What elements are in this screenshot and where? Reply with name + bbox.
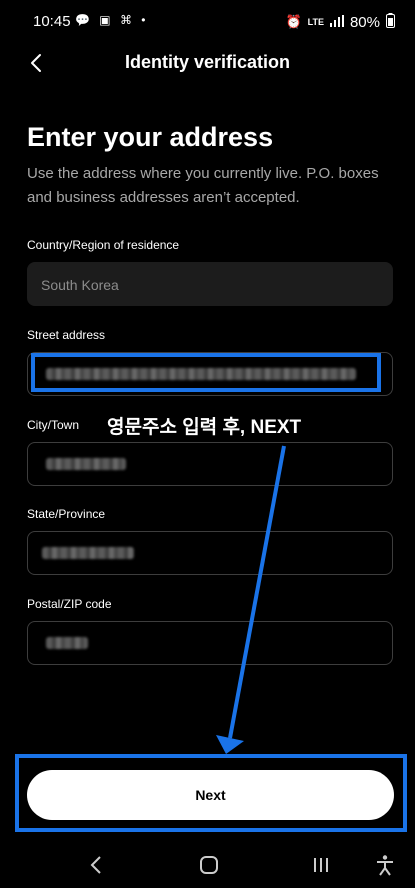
annotation-arrow [216, 445, 286, 754]
nav-back-icon[interactable] [89, 854, 103, 881]
accessibility-icon[interactable] [375, 854, 395, 881]
nav-recents-icon[interactable] [312, 854, 330, 881]
nav-home-icon[interactable] [199, 854, 219, 881]
system-nav-bar [0, 848, 415, 888]
next-button[interactable]: Next [27, 770, 394, 820]
